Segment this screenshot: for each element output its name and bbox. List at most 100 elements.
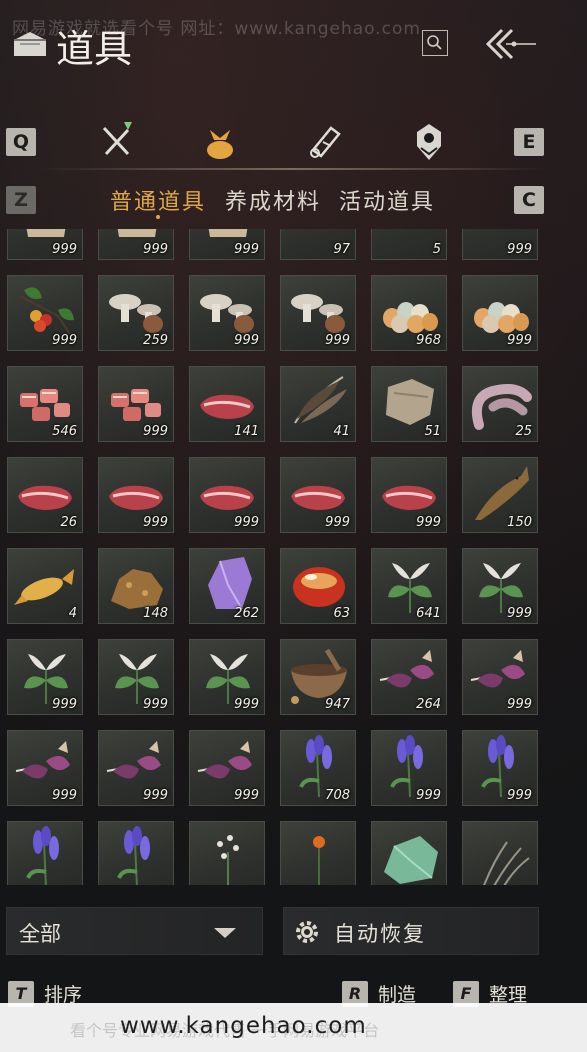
item-slot[interactable]: 150 [462, 457, 538, 533]
item-slot[interactable]: 5 [371, 229, 447, 260]
item-count: 999 [234, 788, 259, 803]
item-slot[interactable]: 148 [98, 548, 174, 624]
item-slot[interactable]: 51 [371, 366, 447, 442]
scroll-icon [310, 126, 341, 158]
item-count: 999 [234, 333, 259, 348]
tab-equipment[interactable] [96, 120, 140, 164]
item-slot[interactable]: 999 [280, 457, 356, 533]
item-count: 264 [416, 697, 441, 712]
item-count: 5 [432, 242, 441, 257]
page-title: 道具 [56, 27, 133, 71]
item-count: 999 [234, 242, 259, 257]
chevron-down-icon [214, 928, 236, 938]
item-slot[interactable] [462, 821, 538, 885]
item-slot[interactable]: 999 [7, 229, 83, 260]
item-slot[interactable]: 999 [7, 730, 83, 806]
item-count: 999 [325, 515, 350, 530]
item-count: 999 [143, 697, 168, 712]
item-slot[interactable]: 999 [189, 275, 265, 351]
auto-restore-button[interactable]: 自动恢复 [283, 907, 539, 955]
item-slot[interactable]: 999 [462, 275, 538, 351]
subtab-materials[interactable]: 养成材料 [225, 184, 321, 216]
item-count: 999 [52, 697, 77, 712]
item-count: 41 [333, 424, 350, 439]
item-count: 947 [325, 697, 350, 712]
item-slot[interactable] [280, 821, 356, 885]
item-slot[interactable]: 999 [98, 229, 174, 260]
orange-flower-icon [313, 836, 325, 885]
header: 道具 [0, 0, 587, 90]
search-button[interactable] [422, 30, 448, 56]
item-slot[interactable]: 259 [98, 275, 174, 351]
item-count: 708 [325, 788, 350, 803]
item-count: 262 [234, 606, 259, 621]
item-slot[interactable]: 999 [462, 229, 538, 260]
item-count: 999 [143, 788, 168, 803]
prev-category-key[interactable]: Q [6, 128, 36, 156]
item-slot[interactable]: 97 [280, 229, 356, 260]
auto-restore-label: 自动恢复 [334, 922, 426, 946]
item-slot[interactable]: 999 [280, 275, 356, 351]
item-slot[interactable] [371, 821, 447, 885]
item-slot[interactable]: 546 [7, 366, 83, 442]
item-slot[interactable]: 262 [189, 548, 265, 624]
item-count: 999 [143, 424, 168, 439]
item-count: 148 [143, 606, 168, 621]
item-count: 4 [68, 606, 77, 621]
item-slot[interactable] [98, 821, 174, 885]
item-slot[interactable]: 708 [280, 730, 356, 806]
subtab-event-items[interactable]: 活动道具 [339, 184, 435, 216]
item-grid[interactable]: 999 999 999 97 5 999 999 259 999 999 968 999 546 999 1… [0, 229, 587, 885]
lavender-icon [26, 826, 59, 885]
item-slot[interactable]: 999 [7, 275, 83, 351]
item-slot[interactable]: 641 [371, 548, 447, 624]
tab-items[interactable] [198, 120, 242, 164]
item-slot[interactable]: 25 [462, 366, 538, 442]
item-slot[interactable]: 26 [7, 457, 83, 533]
item-count: 999 [416, 788, 441, 803]
item-slot[interactable] [7, 821, 83, 885]
tab-documents[interactable] [303, 120, 347, 164]
item-count: 999 [507, 333, 532, 348]
item-count: 999 [52, 333, 77, 348]
item-slot[interactable]: 999 [7, 639, 83, 715]
item-slot[interactable]: 999 [371, 457, 447, 533]
item-slot[interactable] [189, 821, 265, 885]
item-slot[interactable]: 968 [371, 275, 447, 351]
back-button[interactable] [480, 24, 540, 64]
item-slot[interactable]: 264 [371, 639, 447, 715]
item-count: 51 [424, 424, 441, 439]
item-slot[interactable]: 999 [189, 229, 265, 260]
watermark-banner: 看个号专业网易游戏代售 一手网易游戏平台 www.kangehao.com [0, 1003, 587, 1052]
item-slot[interactable]: 141 [189, 366, 265, 442]
item-slot[interactable]: 999 [189, 730, 265, 806]
sub-tab-bar: 普通道具 养成材料 活动道具 [0, 180, 587, 220]
item-slot[interactable]: 999 [462, 639, 538, 715]
item-count: 999 [143, 515, 168, 530]
subtab-label: 活动道具 [339, 190, 436, 215]
item-slot[interactable]: 947 [280, 639, 356, 715]
subtab-common-items[interactable]: 普通道具 [110, 184, 206, 219]
gear-icon [296, 921, 318, 943]
white-flowers-icon [217, 835, 239, 885]
item-count: 999 [507, 697, 532, 712]
item-slot[interactable]: 999 [189, 457, 265, 533]
item-slot[interactable]: 999 [189, 639, 265, 715]
item-count: 999 [507, 606, 532, 621]
item-slot[interactable]: 41 [280, 366, 356, 442]
item-slot[interactable]: 63 [280, 548, 356, 624]
tab-tokens[interactable] [407, 120, 451, 164]
item-count: 26 [60, 515, 77, 530]
item-slot[interactable]: 999 [98, 366, 174, 442]
item-slot[interactable]: 999 [98, 639, 174, 715]
item-slot[interactable]: 999 [462, 548, 538, 624]
item-slot[interactable]: 999 [371, 730, 447, 806]
item-slot[interactable]: 999 [462, 730, 538, 806]
item-slot[interactable]: 999 [98, 457, 174, 533]
active-indicator [156, 215, 160, 219]
item-slot[interactable]: 999 [98, 730, 174, 806]
filter-dropdown[interactable]: 全部 [6, 907, 263, 955]
next-category-key[interactable]: E [514, 128, 544, 156]
item-slot[interactable]: 4 [7, 548, 83, 624]
item-count: 999 [416, 515, 441, 530]
